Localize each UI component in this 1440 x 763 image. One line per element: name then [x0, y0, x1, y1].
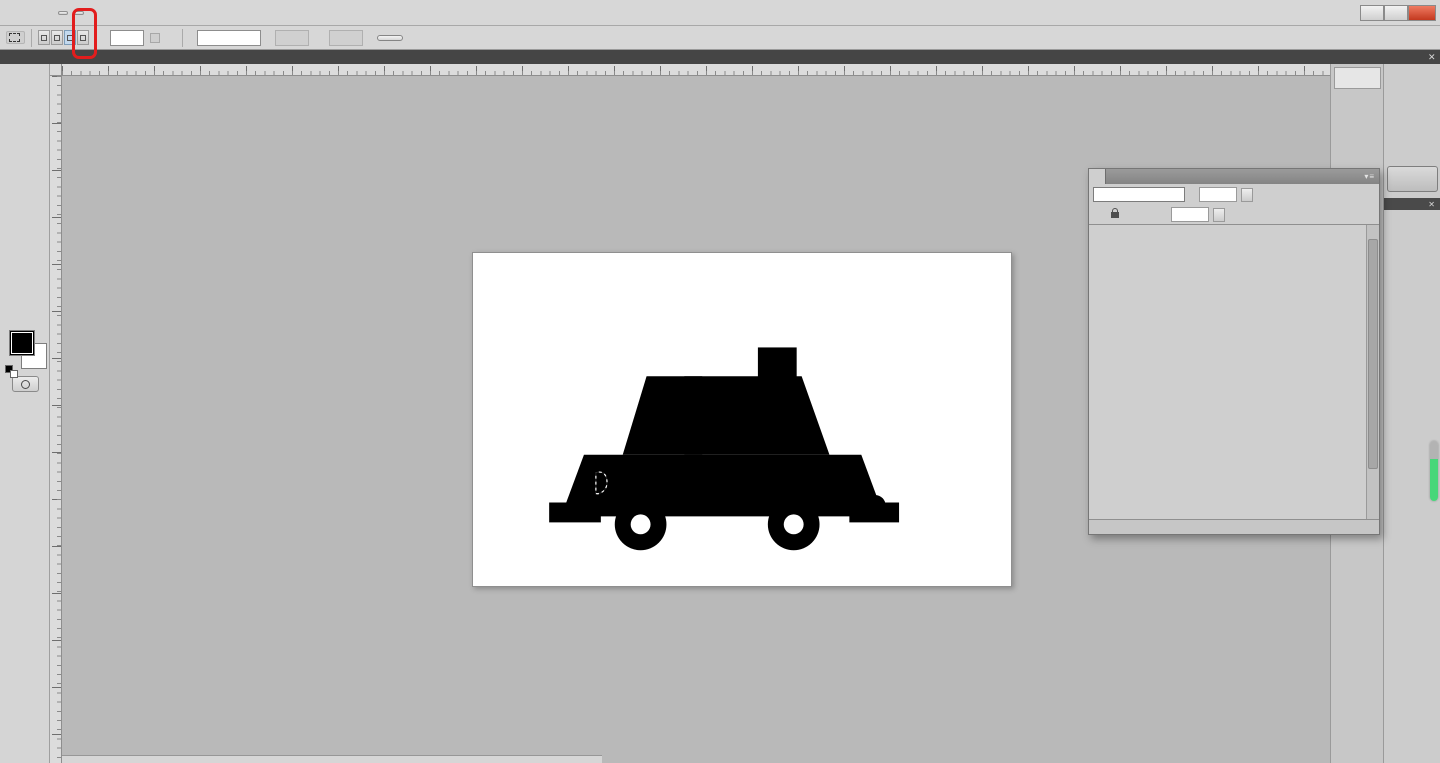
blend-mode-select[interactable]	[1093, 187, 1185, 202]
minimize-button[interactable]	[1360, 4, 1384, 21]
layer-list	[1089, 225, 1379, 519]
document-tab-strip: ✕	[0, 50, 1440, 64]
foreground-color-swatch[interactable]	[9, 330, 35, 356]
scroll-up-icon[interactable]	[1367, 225, 1379, 237]
dock-close-icon[interactable]: ✕	[1428, 50, 1437, 64]
restore-button[interactable]	[1384, 4, 1408, 21]
height-input[interactable]	[329, 29, 363, 46]
style-select[interactable]	[197, 29, 261, 46]
separator	[31, 28, 32, 47]
close-button[interactable]	[1408, 4, 1436, 21]
bridge-button[interactable]	[58, 10, 68, 15]
fill-value[interactable]	[1171, 207, 1209, 222]
zoom-level-button[interactable]	[104, 12, 112, 14]
antialias-checkbox[interactable]	[150, 32, 160, 43]
refine-edge-button[interactable]	[377, 34, 403, 41]
layers-panel-tab[interactable]	[1089, 169, 1106, 184]
vertical-ruler[interactable]	[50, 76, 62, 763]
separator	[182, 28, 183, 47]
opacity-spinner-icon[interactable]	[1241, 187, 1253, 202]
toolbar-collapse-chevron[interactable]	[0, 50, 50, 64]
layers-panel: ▾≡	[1088, 168, 1380, 535]
status-bar	[62, 755, 602, 763]
document-canvas[interactable]	[472, 252, 1012, 587]
dock-layers-panel-button[interactable]	[1387, 166, 1438, 192]
dock-column-panels: ✕	[1383, 64, 1440, 763]
dock-close-icon[interactable]: ✕	[1428, 200, 1436, 209]
tools-panel	[0, 64, 50, 763]
layers-panel-header: ▾≡	[1089, 169, 1379, 184]
fill-spinner-icon[interactable]	[1213, 207, 1225, 222]
scroll-indicator[interactable]	[1430, 441, 1438, 501]
car-artwork	[549, 347, 900, 551]
marquee-preset-icon	[9, 33, 20, 42]
horizontal-ruler[interactable]	[62, 64, 1330, 76]
red-highlight-annotation	[72, 8, 97, 59]
layers-scrollbar[interactable]	[1366, 225, 1379, 519]
layers-panel-header-buttons: ▾≡	[1358, 169, 1379, 184]
tool-options-bar	[0, 26, 1440, 50]
panel-menu-icon[interactable]: ▾≡	[1364, 172, 1375, 181]
ruler-corner	[50, 64, 62, 76]
blend-mode-row	[1089, 184, 1379, 205]
window-controls	[1360, 4, 1436, 21]
add-to-selection-button[interactable]	[51, 30, 63, 45]
opacity-value[interactable]	[1199, 187, 1237, 202]
menu-bar	[0, 0, 1440, 26]
lock-row	[1089, 205, 1379, 225]
quick-mask-icon	[21, 379, 30, 389]
new-selection-button[interactable]	[38, 30, 50, 45]
layers-panel-footer	[1089, 519, 1379, 534]
lock-all-icon[interactable]	[1111, 207, 1119, 218]
workspace-switcher	[1326, 4, 1440, 21]
scrollbar-thumb[interactable]	[1368, 239, 1378, 469]
scroll-down-icon[interactable]	[1367, 507, 1379, 519]
tool-preset-picker[interactable]	[6, 31, 25, 44]
width-input[interactable]	[275, 29, 309, 46]
arrange-documents-button[interactable]	[118, 12, 126, 14]
feather-input[interactable]	[110, 29, 144, 46]
dock-group-header: ✕	[1384, 198, 1440, 210]
history-panel-button[interactable]	[1334, 67, 1381, 89]
screen-mode-button[interactable]	[132, 12, 140, 14]
default-colors-icon[interactable]	[5, 365, 19, 379]
appbar-icons	[58, 10, 140, 15]
